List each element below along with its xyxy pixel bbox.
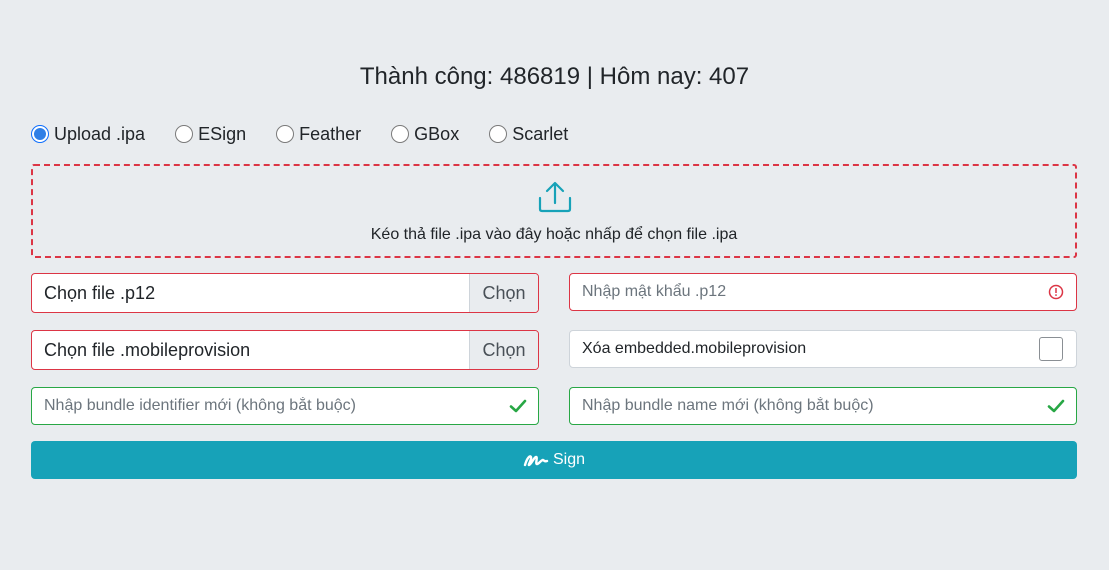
- p12-file-picker[interactable]: Chọn file .p12 Chọn: [31, 273, 539, 313]
- checkmark-icon: [1046, 396, 1066, 416]
- radio-label: Scarlet: [512, 123, 569, 144]
- radio-label: ESign: [198, 123, 247, 144]
- bundle-id-field[interactable]: [31, 387, 539, 425]
- radio-label: Feather: [299, 123, 362, 144]
- mode-radio-group: Upload .ipa ESign Feather GBox Scarlet: [31, 122, 598, 146]
- error-circle-icon: [1046, 282, 1066, 302]
- mobileprovision-file-picker[interactable]: Chọn file .mobileprovision Chọn: [31, 330, 539, 370]
- bundle-name-input[interactable]: [570, 387, 1046, 425]
- remove-embedded-option[interactable]: Xóa embedded.mobileprovision: [569, 330, 1077, 368]
- radio-label: Upload .ipa: [54, 123, 146, 144]
- mobileprovision-file-text: Chọn file .mobileprovision: [44, 339, 251, 360]
- stats-heading: Thành công: 486819 | Hôm nay: 407: [0, 62, 1109, 92]
- sign-button[interactable]: Sign: [31, 441, 1077, 479]
- p12-password-input[interactable]: [570, 273, 1046, 311]
- ipa-dropzone[interactable]: Kéo thả file .ipa vào đây hoặc nhấp để c…: [31, 164, 1077, 258]
- success-count: 486819: [500, 63, 581, 90]
- sign-button-label: Sign: [552, 451, 586, 468]
- radio-button[interactable]: [175, 125, 194, 143]
- radio-esign[interactable]: ESign: [175, 124, 246, 145]
- today-label: Hôm nay:: [599, 63, 703, 90]
- radio-button[interactable]: [489, 125, 508, 143]
- remove-embedded-checkbox[interactable]: [1039, 337, 1063, 361]
- choose-mobileprovision-button[interactable]: Chọn: [469, 331, 538, 369]
- radio-scarlet[interactable]: Scarlet: [489, 124, 568, 145]
- bundle-id-input[interactable]: [32, 387, 508, 425]
- p12-file-text: Chọn file .p12: [44, 282, 156, 303]
- today-count: 407: [709, 63, 750, 90]
- signature-icon: [523, 455, 549, 467]
- remove-embedded-label: Xóa embedded.mobileprovision: [582, 340, 807, 357]
- sign-page: Thành công: 486819 | Hôm nay: 407 Upload…: [0, 0, 1109, 570]
- radio-upload-ipa[interactable]: Upload .ipa: [31, 124, 145, 145]
- choose-p12-button[interactable]: Chọn: [469, 274, 538, 312]
- upload-icon: [538, 181, 572, 213]
- bundle-name-field[interactable]: [569, 387, 1077, 425]
- radio-label: GBox: [414, 123, 460, 144]
- radio-button[interactable]: [276, 125, 295, 143]
- radio-feather[interactable]: Feather: [276, 124, 361, 145]
- radio-gbox[interactable]: GBox: [391, 124, 459, 145]
- p12-password-field[interactable]: [569, 273, 1077, 311]
- radio-button-checked[interactable]: [31, 125, 49, 143]
- radio-button[interactable]: [391, 125, 410, 143]
- stats-separator: |: [586, 63, 593, 90]
- checkmark-icon: [508, 396, 528, 416]
- success-label: Thành công:: [359, 63, 494, 90]
- dropzone-text: Kéo thả file .ipa vào đây hoặc nhấp để c…: [370, 226, 738, 243]
